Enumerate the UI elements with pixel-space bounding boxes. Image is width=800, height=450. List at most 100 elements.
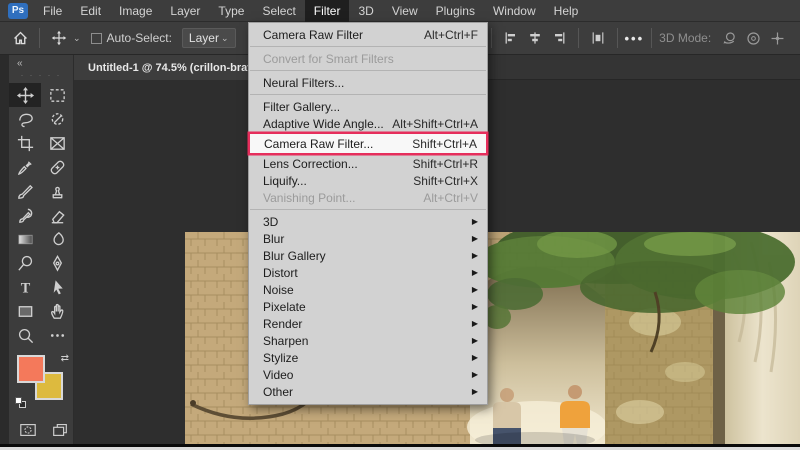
menu-item-label: Blur Gallery (263, 248, 326, 263)
menu-select[interactable]: Select (253, 0, 304, 22)
chevron-down-icon[interactable]: ⌄ (73, 33, 81, 44)
menu-item-label: Pixelate (263, 299, 306, 314)
orbit-icon[interactable] (717, 26, 741, 50)
menu-item-label: Render (263, 316, 303, 331)
filter-item-other[interactable]: Other ▶ (249, 383, 487, 400)
color-swatches: ⇄ (15, 353, 71, 408)
tool-pen[interactable] (41, 251, 73, 275)
menu-separator (250, 209, 486, 210)
tool-lasso[interactable] (9, 107, 41, 131)
filter-item-sharpen[interactable]: Sharpen ▶ (249, 332, 487, 349)
menu-item-shortcut: Shift+Ctrl+X (413, 173, 478, 188)
foreground-color-swatch[interactable] (17, 355, 45, 383)
menu-item-label: Filter Gallery... (263, 99, 341, 114)
menu-item-label: Noise (263, 282, 294, 297)
tool-object-selection[interactable] (41, 107, 73, 131)
menu-plugins[interactable]: Plugins (427, 0, 484, 22)
more-options-icon[interactable]: ••• (625, 31, 645, 46)
tool-brush[interactable] (9, 179, 41, 203)
tool-smudge[interactable] (41, 227, 73, 251)
tool-dodge[interactable] (9, 251, 41, 275)
roll-icon[interactable] (741, 26, 765, 50)
filter-item-vanishing-point: Vanishing Point... Alt+Ctrl+V (249, 189, 487, 206)
tool-hand[interactable] (41, 299, 73, 323)
filter-item-3d[interactable]: 3D ▶ (249, 213, 487, 230)
menu-item-label: Video (263, 367, 294, 382)
menu-help[interactable]: Help (545, 0, 588, 22)
home-icon[interactable] (8, 26, 32, 50)
align-center-icon[interactable] (523, 26, 547, 50)
submenu-arrow-icon: ▶ (471, 268, 478, 277)
auto-select-checkbox[interactable] (90, 32, 102, 44)
auto-select-target-dropdown[interactable]: Layer ⌄ (181, 28, 236, 48)
tool-type[interactable]: T (9, 275, 41, 299)
menu-file[interactable]: File (34, 0, 71, 22)
filter-item-noise[interactable]: Noise ▶ (249, 281, 487, 298)
filter-item-distort[interactable]: Distort ▶ (249, 264, 487, 281)
swap-colors-icon[interactable]: ⇄ (61, 353, 69, 364)
collapse-panel-icon[interactable]: « (9, 55, 73, 69)
menu-item-shortcut: Alt+Ctrl+V (423, 190, 478, 205)
tool-rectangle[interactable] (9, 299, 41, 323)
drag-icon[interactable] (765, 26, 789, 50)
filter-item-render[interactable]: Render ▶ (249, 315, 487, 332)
distribute-icon[interactable] (586, 26, 610, 50)
filter-item-neural-filters[interactable]: Neural Filters... (249, 74, 487, 91)
tool-gradient[interactable] (9, 227, 41, 251)
filter-item-pixelate[interactable]: Pixelate ▶ (249, 298, 487, 315)
screen-mode-button[interactable] (51, 421, 69, 439)
tool-history-brush[interactable] (9, 203, 41, 227)
move-tool-option-icon[interactable] (47, 26, 71, 50)
filter-item-camera-raw-filter[interactable]: Camera Raw Filter Alt+Ctrl+F (249, 26, 487, 43)
filter-item-liquify[interactable]: Liquify... Shift+Ctrl+X (249, 172, 487, 189)
default-colors-icon[interactable] (15, 397, 27, 409)
menu-filter[interactable]: Filter (304, 0, 350, 22)
filter-item-stylize[interactable]: Stylize ▶ (249, 349, 487, 366)
menu-layer[interactable]: Layer (161, 0, 209, 22)
submenu-arrow-icon: ▶ (471, 234, 478, 243)
menu-window[interactable]: Window (484, 0, 545, 22)
tool-clone-stamp[interactable] (41, 179, 73, 203)
menu-item-label: 3D (263, 214, 279, 229)
tool-eyedropper[interactable] (9, 155, 41, 179)
filter-item-blur-gallery[interactable]: Blur Gallery ▶ (249, 247, 487, 264)
separator (39, 28, 40, 48)
filter-item-camera-raw-filter[interactable]: Camera Raw Filter... Shift+Ctrl+A (250, 134, 486, 153)
photoshop-logo-icon: Ps (8, 2, 28, 19)
filter-item-lens-correction[interactable]: Lens Correction... Shift+Ctrl+R (249, 155, 487, 172)
quick-mask-button[interactable] (19, 421, 37, 439)
tool-frame[interactable] (41, 131, 73, 155)
align-right-icon[interactable] (547, 26, 571, 50)
filter-item-blur[interactable]: Blur ▶ (249, 230, 487, 247)
tool-eraser[interactable] (41, 203, 73, 227)
menu-view[interactable]: View (383, 0, 427, 22)
tool-zoom[interactable] (9, 323, 41, 347)
photoshop-window: Ps File Edit Image Layer Type Select Filter 3D V… (0, 0, 800, 450)
tool-path-selection[interactable] (41, 275, 73, 299)
tool-marquee[interactable] (41, 83, 73, 107)
filter-item-filter-gallery[interactable]: Filter Gallery... (249, 98, 487, 115)
submenu-arrow-icon: ▶ (471, 370, 478, 379)
menu-type[interactable]: Type (209, 0, 253, 22)
tool-crop[interactable] (9, 131, 41, 155)
menu-edit[interactable]: Edit (71, 0, 110, 22)
tool-more-tools[interactable] (41, 323, 73, 347)
menu-3d[interactable]: 3D (349, 0, 382, 22)
tool-healing-brush[interactable] (41, 155, 73, 179)
auto-select-label: Auto-Select: (106, 31, 172, 45)
panel-grip[interactable]: . . . . . (9, 69, 73, 78)
filter-item-video[interactable]: Video ▶ (249, 366, 487, 383)
tools-panel: « . . . . . T ⇄ (9, 55, 74, 444)
document-tab[interactable]: Untitled-1 @ 74.5% (crillon-brave (74, 55, 274, 80)
menu-separator (250, 46, 486, 47)
submenu-arrow-icon: ▶ (471, 336, 478, 345)
filter-item-adaptive-wide-angle[interactable]: Adaptive Wide Angle... Alt+Shift+Ctrl+A (249, 115, 487, 132)
menu-item-shortcut: Shift+Ctrl+R (412, 156, 478, 171)
menu-image[interactable]: Image (110, 0, 161, 22)
align-left-icon[interactable] (499, 26, 523, 50)
threed-mode-label: 3D Mode: (659, 31, 712, 45)
menu-separator (250, 70, 486, 71)
tool-move[interactable] (9, 83, 41, 107)
menu-item-label: Neural Filters... (263, 75, 345, 90)
menu-separator (250, 94, 486, 95)
